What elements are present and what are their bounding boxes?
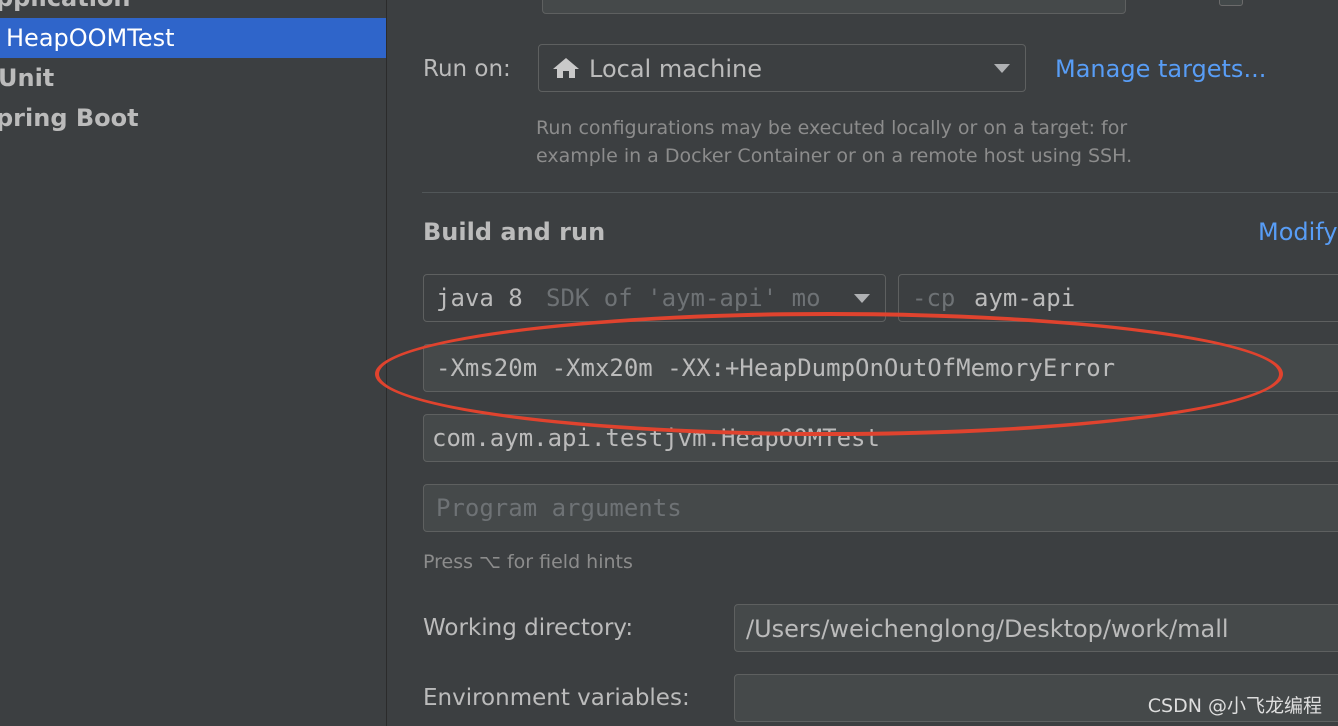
vm-options-field[interactable]: -Xms20m -Xmx20m -XX:+HeapDumpOnOutOfMemo… <box>423 344 1338 392</box>
manage-targets-link[interactable]: Manage targets... <box>1055 55 1266 83</box>
cp-flag: -cp <box>912 284 956 312</box>
module-classpath-select[interactable]: -cp aym-api <box>898 274 1338 322</box>
tree-item-label: pplication <box>0 0 131 12</box>
separator <box>422 192 1338 193</box>
tree-item-label: HeapOOMTest <box>6 24 175 52</box>
name-field[interactable] <box>542 0 1126 14</box>
tree-item-label: pring Boot <box>0 104 139 132</box>
build-and-run-title: Build and run <box>423 218 606 246</box>
working-directory-label: Working directory: <box>423 615 634 641</box>
jdk-value: java 8 <box>436 284 523 312</box>
store-as-file-checkbox[interactable] <box>1219 0 1243 6</box>
tree-item-heapoomtest[interactable]: HeapOOMTest <box>0 18 386 58</box>
jdk-select[interactable]: java 8 SDK of 'aym-api' mo <box>423 274 886 322</box>
watermark: CSDN @小飞龙编程 <box>1147 695 1322 717</box>
program-arguments-field[interactable]: Program arguments <box>423 484 1338 532</box>
run-on-value: Local machine <box>589 55 762 83</box>
chevron-down-icon <box>854 294 870 303</box>
config-tree: pplication HeapOOMTest Unit pring Boot <box>0 0 387 726</box>
working-directory-field[interactable]: /Users/weichenglong/Desktop/work/mall <box>734 604 1338 652</box>
run-on-hint-line2: example in a Docker Container or on a re… <box>536 145 1133 167</box>
tree-item-spring-boot[interactable]: pring Boot <box>0 98 386 138</box>
main-class-field[interactable]: com.aym.api.testjvm.HeapOOMTest <box>423 414 1338 462</box>
working-directory-value: /Users/weichenglong/Desktop/work/mall <box>746 615 1229 643</box>
run-on-hint-line1: Run configurations may be executed local… <box>536 117 1128 139</box>
home-icon <box>553 58 579 78</box>
tree-item-label: Unit <box>0 64 55 92</box>
tree-item-junit[interactable]: Unit <box>0 58 386 98</box>
config-panel: Run on: Local machine Manage targets... … <box>375 0 1338 726</box>
run-on-select[interactable]: Local machine <box>538 44 1026 92</box>
chevron-down-icon <box>994 64 1010 73</box>
tree-item-application[interactable]: pplication <box>0 0 386 18</box>
run-on-label: Run on: <box>423 56 511 82</box>
modify-options-link[interactable]: Modify <box>1258 218 1338 246</box>
run-config-dialog: pplication HeapOOMTest Unit pring Boot R… <box>0 0 1338 726</box>
environment-variables-label: Environment variables: <box>423 685 690 711</box>
vm-options-value: -Xms20m -Xmx20m -XX:+HeapDumpOnOutOfMemo… <box>436 354 1116 382</box>
field-hints-text: Press ⌥ for field hints <box>423 551 633 573</box>
cp-value: aym-api <box>974 284 1076 312</box>
jdk-hint: SDK of 'aym-api' mo <box>546 284 821 312</box>
program-arguments-placeholder: Program arguments <box>436 494 682 522</box>
main-class-value: com.aym.api.testjvm.HeapOOMTest <box>432 424 880 452</box>
